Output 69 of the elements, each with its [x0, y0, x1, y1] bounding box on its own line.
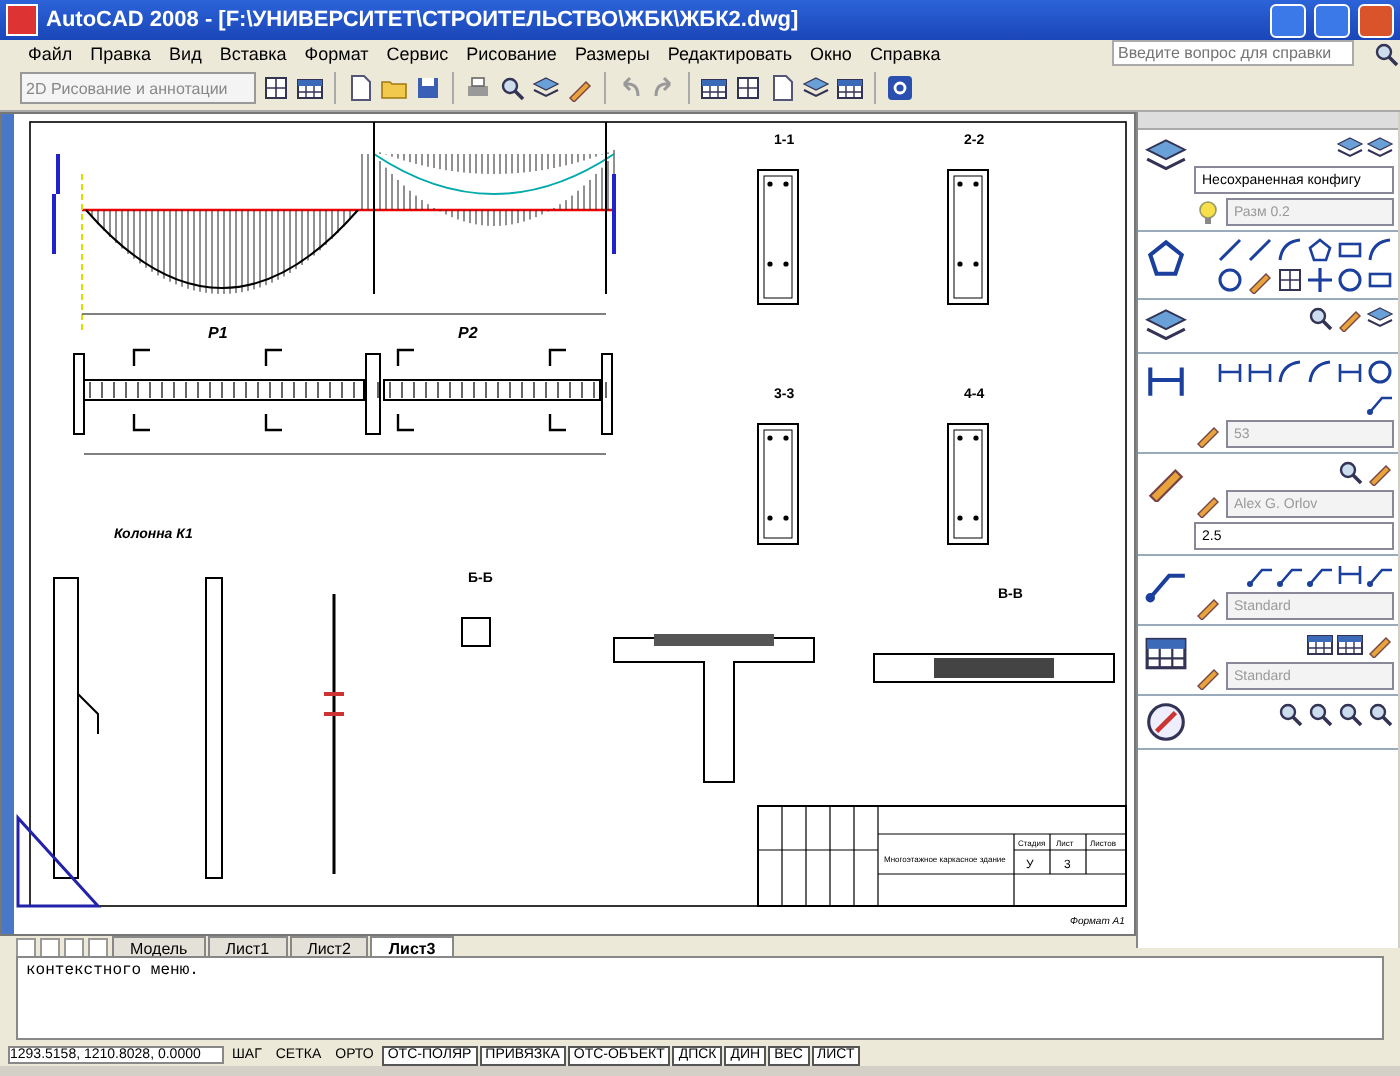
dimension-icon[interactable]: [1216, 358, 1244, 386]
zoom-icon[interactable]: [1306, 700, 1334, 728]
zoom-icon[interactable]: [1306, 304, 1334, 332]
zoom-icon[interactable]: [498, 74, 526, 102]
menu-item[interactable]: Правка: [90, 43, 152, 63]
grid-icon[interactable]: [734, 74, 762, 102]
close-button[interactable]: [1358, 3, 1394, 37]
layers-icon[interactable]: [1366, 304, 1394, 332]
beam-section-drawing: [947, 169, 989, 305]
beam-section-drawing: [757, 169, 799, 305]
zoom-icon[interactable]: [1336, 700, 1364, 728]
layers-icon[interactable]: [1336, 134, 1364, 162]
layers-icon[interactable]: [802, 74, 830, 102]
printer-icon[interactable]: [464, 74, 492, 102]
zoom-icon[interactable]: [1372, 39, 1400, 67]
dimension-icon[interactable]: [1246, 358, 1274, 386]
arc-icon[interactable]: [1366, 236, 1394, 264]
zoom-icon[interactable]: [1276, 700, 1304, 728]
table-icon[interactable]: [836, 74, 864, 102]
minimize-button[interactable]: [1270, 3, 1306, 37]
bulb-icon[interactable]: [1194, 198, 1222, 226]
layers-icon[interactable]: [1366, 134, 1394, 162]
menu-item[interactable]: Файл: [28, 43, 73, 63]
menu-item[interactable]: Формат: [304, 43, 369, 63]
document-icon[interactable]: [768, 74, 796, 102]
circle-icon[interactable]: [1366, 358, 1394, 386]
menu-item[interactable]: Вставка: [219, 43, 287, 63]
menu-item[interactable]: Вид: [169, 43, 202, 63]
arc-icon[interactable]: [1306, 358, 1334, 386]
zoom-icon[interactable]: [1336, 458, 1364, 486]
line-icon[interactable]: [1246, 236, 1274, 264]
beam-label: Р2: [458, 324, 478, 342]
app-logo-icon: [6, 4, 38, 36]
command-text: контекстного меню.: [26, 962, 201, 980]
table-icon[interactable]: [296, 74, 324, 102]
help-search-field[interactable]: Введите вопрос для справки: [1112, 40, 1354, 66]
grid-icon[interactable]: [262, 74, 290, 102]
window-title: AutoCAD 2008 - [F:\УНИВЕРСИТЕТ\СТРОИТЕЛЬСТВО\ЖБК\ЖБК2.dwg]: [46, 8, 801, 32]
polygon-icon[interactable]: [1306, 236, 1334, 264]
dimension-icon[interactable]: [1336, 560, 1364, 588]
dimension-icon[interactable]: [1336, 358, 1364, 386]
menu-item[interactable]: Рисование: [466, 43, 557, 63]
beam-section-drawing: [757, 423, 799, 545]
arc-icon[interactable]: [1276, 358, 1304, 386]
circle-icon[interactable]: [1216, 266, 1244, 294]
polygon-icon[interactable]: [1144, 236, 1188, 280]
document-icon[interactable]: [346, 74, 374, 102]
zoom-icon[interactable]: [1366, 700, 1394, 728]
table-icon[interactable]: [1336, 630, 1364, 658]
menu-item[interactable]: Справка: [869, 43, 941, 63]
menu-item[interactable]: Окно: [810, 43, 852, 63]
menu-item[interactable]: Редактировать: [667, 43, 793, 63]
grid-icon[interactable]: [1276, 266, 1304, 294]
help-icon[interactable]: [886, 74, 914, 102]
column-section-drawing: [461, 617, 491, 647]
move-icon[interactable]: [1306, 266, 1334, 294]
beam-label: Р1: [208, 324, 228, 342]
maximize-button[interactable]: [1314, 3, 1350, 37]
circle-icon[interactable]: [1336, 266, 1364, 294]
beam-section-drawing: [947, 423, 989, 545]
ucs-icon: [16, 814, 102, 908]
layers-icon[interactable]: [532, 74, 560, 102]
arc-icon[interactable]: [1276, 236, 1304, 264]
floppy-icon[interactable]: [414, 74, 442, 102]
menu-item[interactable]: Сервис: [386, 43, 449, 63]
table-icon[interactable]: [700, 74, 728, 102]
table-icon[interactable]: [1306, 630, 1334, 658]
line-icon[interactable]: [1216, 236, 1244, 264]
menu-item[interactable]: Размеры: [574, 43, 650, 63]
